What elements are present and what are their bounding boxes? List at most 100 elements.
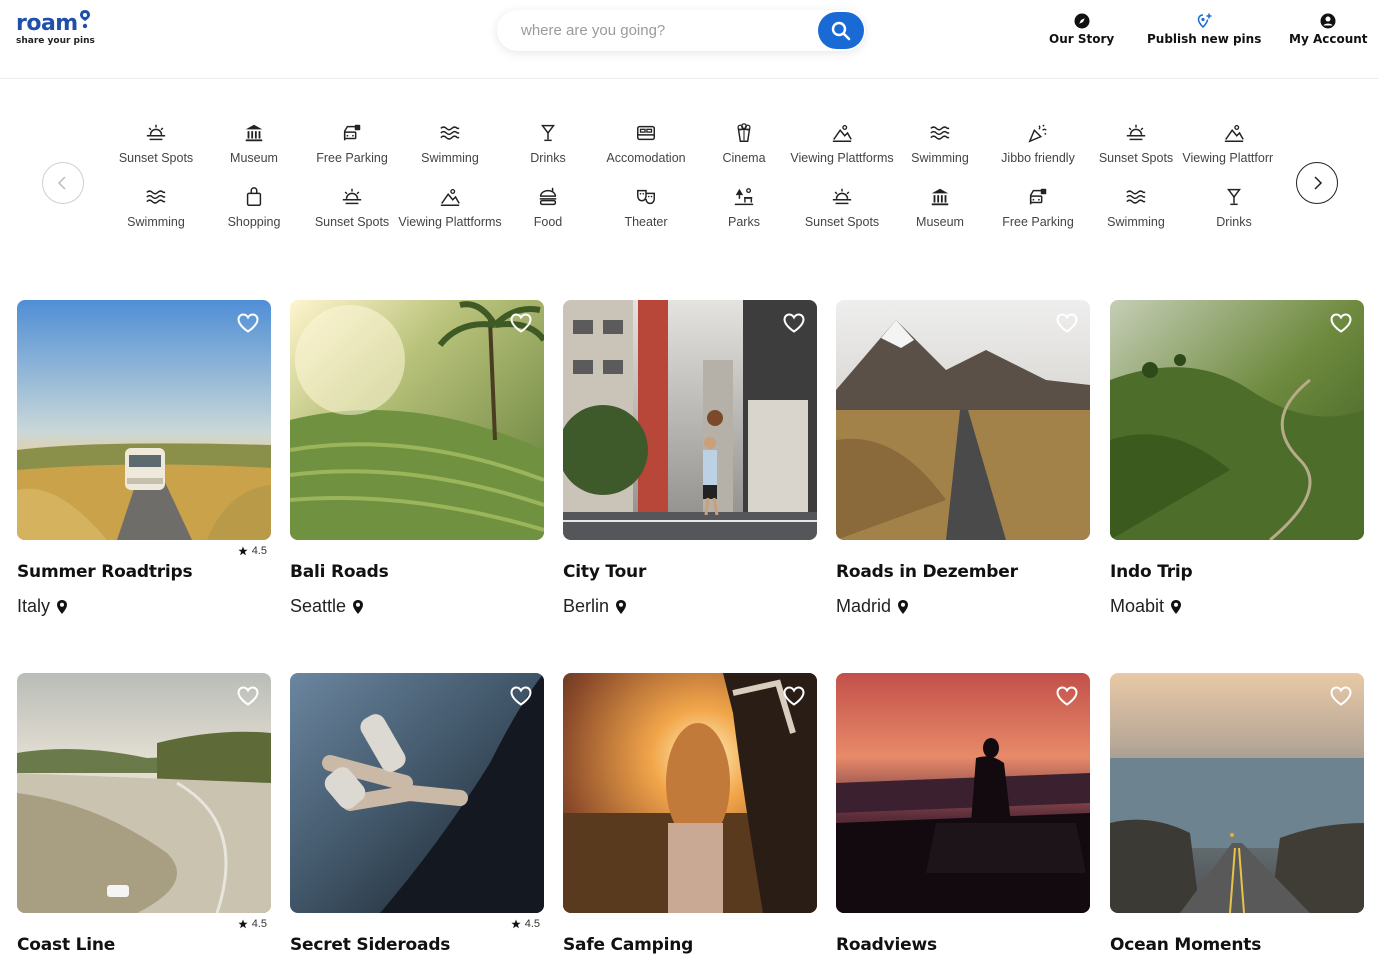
category-carousel: Sunset Spots Museum Free Parking Swimming Dr… [107,118,1273,242]
pin-card-title[interactable]: Coast Line [17,935,115,955]
rating: 4.5 [511,918,540,930]
cocktail-icon [1222,185,1246,209]
logo-pin-icon [79,9,91,35]
location-label: Madrid [836,596,892,616]
heart-icon[interactable] [783,686,805,706]
map-pin-icon [615,599,627,615]
category-label: Museum [230,151,278,165]
brand-tagline: share your pins [16,36,95,46]
pin-card-title[interactable]: Ocean Moments [1110,935,1261,955]
category-item[interactable]: Sunset Spots [1087,118,1185,170]
heart-icon[interactable] [237,313,259,333]
category-label: Viewing Plattforms [398,215,502,229]
masks-icon [634,185,658,209]
pin-card-location: Seattle [290,596,364,617]
category-item[interactable]: Sunset Spots [793,182,891,234]
pin-card-location: Moabit [1110,596,1182,617]
search-button[interactable] [818,12,864,49]
category-label: Sunset Spots [314,215,390,229]
pin-card-title[interactable]: Indo Trip [1110,562,1193,582]
category-item[interactable]: Food [499,182,597,234]
category-item[interactable]: Accomodation [597,118,695,170]
category-item[interactable]: Swimming [1087,182,1185,234]
heart-icon[interactable] [1056,686,1078,706]
pin-card-image[interactable] [290,300,544,540]
category-item[interactable]: Viewing Plattforms [1182,118,1273,170]
pin-card-image[interactable] [563,673,817,913]
search-input[interactable] [521,10,811,51]
compass-icon [1074,13,1090,29]
category-item[interactable]: Free Parking [989,182,1087,234]
category-label: Sunset Spots [118,151,194,165]
cocktail-icon [536,121,560,145]
heart-icon[interactable] [1330,313,1352,333]
pin-card-title[interactable]: Bali Roads [290,562,389,582]
category-label: Swimming [421,151,479,165]
category-item[interactable]: Shopping [205,182,303,234]
category-label: Jibbo friendly [1001,151,1075,165]
pin-card-title[interactable]: Safe Camping [563,935,693,955]
category-item[interactable]: Drinks [1185,182,1273,234]
pin-photo [836,673,1090,913]
pin-card-image[interactable] [17,673,271,913]
bag-icon [242,185,266,209]
pin-photo [17,300,271,540]
parking-icon [340,121,364,145]
category-item[interactable]: Drinks [499,118,597,170]
category-item[interactable]: Cinema [695,118,793,170]
pin-card-title[interactable]: Roads in Dezember [836,562,1018,582]
heart-icon[interactable] [510,686,532,706]
category-label: Parks [728,215,760,229]
category-item[interactable]: Theater [597,182,695,234]
pin-card-title[interactable]: Secret Sideroads [290,935,450,955]
category-item[interactable]: Swimming [107,182,205,234]
star-icon [238,546,248,556]
nav-label: Publish new pins [1147,32,1262,46]
pin-card-location: Madrid [836,596,909,617]
pin-card-image[interactable] [563,300,817,540]
heart-icon[interactable] [1056,313,1078,333]
category-item[interactable]: Free Parking [303,118,401,170]
pin-card-image[interactable] [1110,300,1364,540]
heart-icon[interactable] [510,313,532,333]
party-icon [1026,121,1050,145]
heart-icon[interactable] [1330,686,1352,706]
logo[interactable]: roam share your pins [16,9,95,47]
category-item[interactable]: Museum [891,182,989,234]
pin-card-title[interactable]: Roadviews [836,935,937,955]
rating: 4.5 [238,918,267,930]
category-item[interactable]: Swimming [891,118,989,170]
sunset-icon [340,185,364,209]
heart-icon[interactable] [783,313,805,333]
category-item[interactable]: Jibbo friendly [989,118,1087,170]
carousel-next-button[interactable] [1296,162,1338,204]
parking-icon [1026,185,1050,209]
category-item[interactable]: Viewing Plattforms [790,118,894,170]
category-label: Viewing Plattforms [1182,151,1273,165]
nav-publish-pins[interactable]: Publish new pins [1147,13,1261,46]
pin-card-image[interactable] [17,300,271,540]
pin-photo [563,673,817,913]
category-label: Museum [916,215,964,229]
pin-card-image[interactable] [836,673,1090,913]
category-item[interactable]: Viewing Plattforms [398,182,502,234]
brand-name: roam [16,11,78,36]
top-bar: roam share your pins Our Story [0,0,1378,79]
heart-icon[interactable] [237,686,259,706]
category-item[interactable]: Sunset Spots [107,118,205,170]
category-item[interactable]: Parks [695,182,793,234]
category-item[interactable]: Swimming [401,118,499,170]
pin-card-title[interactable]: Summer Roadtrips [17,562,193,582]
carousel-prev-button[interactable] [42,162,84,204]
pin-card-image[interactable] [1110,673,1364,913]
category-item[interactable]: Sunset Spots [303,182,401,234]
map-pin-icon [352,599,364,615]
rating: 4.5 [238,545,267,557]
nav-our-story[interactable]: Our Story [1049,13,1114,46]
pin-card-image[interactable] [290,673,544,913]
category-label: Swimming [127,215,185,229]
pin-card-image[interactable] [836,300,1090,540]
pin-card-title[interactable]: City Tour [563,562,646,582]
nav-my-account[interactable]: My Account [1289,13,1368,46]
category-item[interactable]: Museum [205,118,303,170]
